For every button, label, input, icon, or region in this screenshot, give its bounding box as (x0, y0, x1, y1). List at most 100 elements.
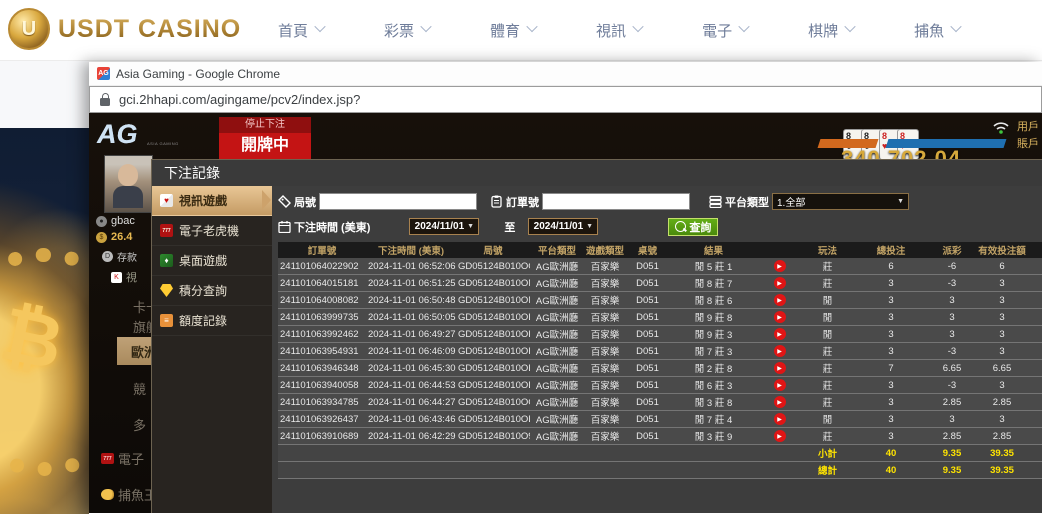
table-header-cell: 總投注 (854, 242, 928, 258)
cell-platform: AG歐洲廳 (530, 411, 584, 428)
replay-button[interactable]: ▶ (774, 294, 786, 306)
cell-result: 閒 6 莊 3 (669, 377, 758, 394)
round-input[interactable] (319, 193, 477, 210)
chevron-down-icon (314, 21, 325, 32)
table-header-cell: 遊戲類型 (584, 242, 626, 258)
menu-item-label: 桌面遊戲 (179, 252, 227, 269)
cell-table: D051 (626, 326, 669, 343)
cell-round: GD05124B010OO (456, 258, 530, 275)
sum-valid: 39.35 (976, 445, 1028, 462)
sum-label: 總計 (801, 462, 854, 479)
replay-button[interactable]: ▶ (774, 362, 786, 374)
menu-item-1[interactable]: 777電子老虎機 (152, 216, 272, 246)
right-edge-labels: 用戶 賬戶 (1017, 119, 1039, 153)
video-tab-row[interactable]: K 視 (111, 269, 137, 285)
nav-item-label: 視訊 (596, 20, 626, 41)
main-nav: 首頁 彩票 體育 視訊 電子 棋牌 捕魚 (248, 0, 990, 60)
chevron-down-icon (950, 21, 961, 32)
date-from-select[interactable]: 2024/11/01 ▼ (409, 218, 479, 235)
menu-item-3[interactable]: 積分查詢 (152, 276, 272, 306)
site-logo[interactable]: U USDT CASINO (8, 8, 241, 50)
panel-main-area: 局號 訂單號 平台類型 1.全部 ▼ (272, 186, 1042, 513)
cell-time: 2024-11-01 06:50:48 (366, 292, 456, 309)
search-button[interactable]: 查詢 (668, 218, 718, 236)
cell-payout: -3 (928, 377, 976, 394)
cell-payout: 2.85 (928, 428, 976, 445)
cell-valid-bet: 3 (976, 275, 1028, 292)
nav-item-5[interactable]: 棋牌 (808, 20, 854, 41)
nav-item-4[interactable]: 電子 (702, 20, 748, 41)
replay-button[interactable]: ▶ (774, 413, 786, 425)
dropdown-caret-icon: ▼ (897, 198, 904, 205)
sum-bet: 40 (854, 462, 928, 479)
lobby-item-4[interactable]: 777電子 (101, 449, 144, 468)
cell-valid-bet: 2.85 (976, 428, 1028, 445)
table-row: 2411010639463482024-11-01 06:45:30GD0512… (278, 360, 1042, 377)
menu-item-2[interactable]: ♦桌面遊戲 (152, 246, 272, 276)
date-to-select[interactable]: 2024/11/01 ▼ (528, 218, 598, 235)
cell-game: 百家樂 (584, 326, 626, 343)
cell-bet: 3 (854, 275, 928, 292)
cell-time: 2024-11-01 06:45:30 (366, 360, 456, 377)
dealing-label: 開牌中 (219, 133, 311, 159)
panel-title: 下注記錄 (152, 160, 1042, 186)
nav-item-0[interactable]: 首頁 (278, 20, 324, 41)
cell-bet: 3 (854, 292, 928, 309)
account-label[interactable]: 賬戶 (1017, 136, 1039, 153)
order-input[interactable] (542, 193, 690, 210)
cell-valid-bet: 6.65 (976, 360, 1028, 377)
menu-item-0[interactable]: ♥視訊遊戲 (152, 186, 272, 216)
table-row: 2411010639264372024-11-01 06:43:46GD0512… (278, 411, 1042, 428)
deposit-row[interactable]: D 存款 (102, 249, 137, 264)
lobby-item-5[interactable]: 捕魚王 (101, 485, 157, 504)
lobby-item-2[interactable]: 競 (133, 379, 146, 398)
table-row: 2411010639924622024-11-01 06:49:27GD0512… (278, 326, 1042, 343)
cell-round: GD05124B010OM (456, 292, 530, 309)
cell-play: 莊 (801, 377, 854, 394)
cell-status: 已 (1028, 326, 1042, 343)
cell-result: 閒 2 莊 8 (669, 360, 758, 377)
cell-order: 241101063926437 (278, 411, 366, 428)
replay-button[interactable]: ▶ (774, 396, 786, 408)
site-logo-text: USDT CASINO (58, 15, 241, 44)
cell-order: 241101064008082 (278, 292, 366, 309)
replay-button[interactable]: ▶ (774, 311, 786, 323)
chrome-urlbar[interactable]: gci.2hhapi.com/agingame/pcv2/index.jsp? (89, 86, 1042, 113)
fish-icon (101, 489, 114, 500)
cell-game: 百家樂 (584, 275, 626, 292)
nav-item-3[interactable]: 視訊 (596, 20, 642, 41)
cell-order: 241101064022902 (278, 258, 366, 275)
search-button-label: 查詢 (689, 219, 711, 235)
cell-payout: 6.65 (928, 360, 976, 377)
replay-button[interactable]: ▶ (774, 277, 786, 289)
cell-status: 已 (1028, 309, 1042, 326)
cell-time: 2024-11-01 06:44:53 (366, 377, 456, 394)
nav-item-1[interactable]: 彩票 (384, 20, 430, 41)
username: gbac (111, 215, 135, 227)
cell-play: 莊 (801, 343, 854, 360)
chevron-down-icon (738, 21, 749, 32)
cell-play: 閒 (801, 411, 854, 428)
replay-button[interactable]: ▶ (774, 328, 786, 340)
cell-valid-bet: 3 (976, 292, 1028, 309)
replay-button[interactable]: ▶ (774, 345, 786, 357)
cell-status: 已 (1028, 258, 1042, 275)
nav-item-6[interactable]: 捕魚 (914, 20, 960, 41)
cell-payout: 3 (928, 309, 976, 326)
cell-result: 閒 8 莊 6 (669, 292, 758, 309)
replay-button[interactable]: ▶ (774, 430, 786, 442)
cell-valid-bet: 3 (976, 343, 1028, 360)
nav-item-label: 彩票 (384, 20, 414, 41)
replay-button[interactable]: ▶ (774, 260, 786, 272)
chrome-titlebar[interactable]: AG Asia Gaming - Google Chrome (89, 62, 1042, 86)
cell-table: D051 (626, 377, 669, 394)
replay-button[interactable]: ▶ (774, 379, 786, 391)
menu-item-4[interactable]: ≡額度記錄 (152, 306, 272, 336)
cell-round: GD05124B010OC (456, 394, 530, 411)
platform-select[interactable]: 1.全部 ▼ (772, 193, 909, 210)
table-header-cell: 是 (1028, 242, 1042, 258)
user-label[interactable]: 用戶 (1017, 119, 1039, 136)
nav-item-2[interactable]: 體育 (490, 20, 536, 41)
table-row: 2411010639549312024-11-01 06:46:09GD0512… (278, 343, 1042, 360)
lobby-item-3[interactable]: 多 (133, 415, 146, 434)
